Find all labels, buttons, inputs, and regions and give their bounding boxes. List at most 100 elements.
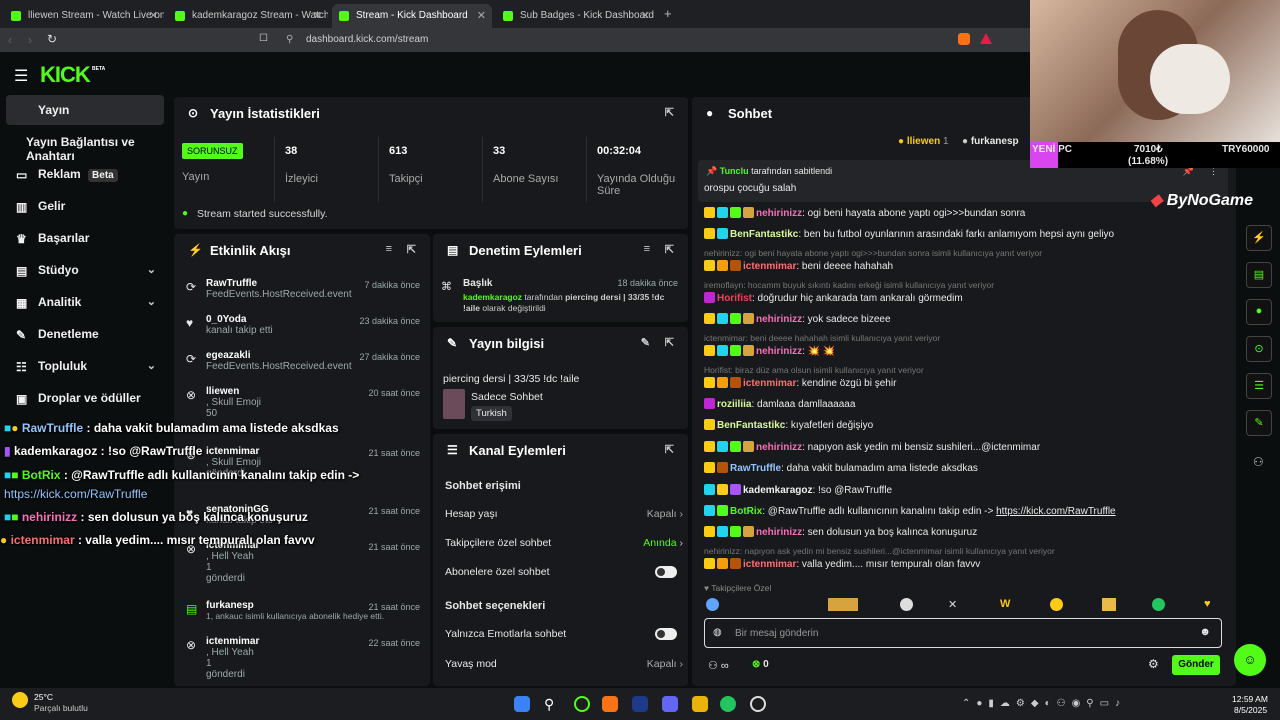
close-tab-icon[interactable]: ✕ [313,9,322,22]
emote-icon[interactable] [706,598,719,611]
slow-mode-row[interactable]: Yavaş mod Kapalı › [445,658,683,670]
reply-context[interactable]: nehirinizz: napıyon ask yedin mi bensiz … [700,546,1240,556]
app-icon[interactable] [574,696,590,712]
chat-username[interactable]: nehirinizz [756,208,802,219]
back-icon[interactable]: ‹ [8,33,12,47]
wrench-icon[interactable]: ✎ [1246,410,1272,436]
weather-icon[interactable] [12,692,28,708]
emote-icon[interactable] [828,598,858,611]
chat-username[interactable]: nehirinizz [756,346,802,357]
list-icon[interactable]: ☰ [1246,373,1272,399]
sidebar-item-stream[interactable]: Yayın [6,95,164,125]
edit-icon[interactable]: ✎ [641,336,650,349]
emote-only-toggle[interactable] [655,628,677,640]
chat-username[interactable]: nehirinizz [756,527,802,538]
send-button[interactable]: Gönder [1172,655,1220,675]
popout-icon[interactable]: ⇱ [665,243,674,256]
chat-username[interactable]: BotRix [730,506,762,517]
chat-settings-icon[interactable]: ◍ [713,627,722,638]
windows-start-icon[interactable] [514,696,530,712]
sidebar-item-studio[interactable]: ▤ Stüdyo ⌄ [6,255,164,285]
reply-context[interactable]: ictenmimar: beni deeee hahahah isimli ku… [700,333,1240,343]
chat-username[interactable]: roziiliia [717,399,751,410]
sidebar-item-achievements[interactable]: ♛ Başarılar [6,223,164,253]
reply-context[interactable]: iremoflayn: hocamm buyuk sıkıntı kadını … [700,280,1240,290]
category-name[interactable]: Sadece Sohbet [471,391,543,403]
forward-icon[interactable]: › [28,33,32,47]
chat-username[interactable]: BenFantastikc [717,420,785,431]
pinned-by-user[interactable]: Tunclu [720,166,749,176]
sidebar-item-community[interactable]: ☷ Topluluk ⌄ [6,351,164,381]
emote-icon[interactable] [1050,598,1063,611]
kick-logo[interactable]: KICK [40,62,91,88]
emoji-icon[interactable]: ☻ [1199,626,1211,638]
emote-icon[interactable]: W [1000,598,1013,611]
browser-tab[interactable]: kademkaragoz Stream - Watch Live o✕ [168,4,328,28]
followers-only-row[interactable]: Takipçilere özel sohbet Anında › [445,537,683,549]
chat-username[interactable]: Horifist [717,293,752,304]
collab-icon[interactable]: ⚇ ∞ [708,659,729,672]
menu-icon[interactable]: ☰ [14,66,28,86]
file-explorer-icon[interactable] [692,696,708,712]
chat-username[interactable]: ictenmimar [743,559,796,570]
reply-context[interactable]: Horifist: biraz düz ama olsun isimli kul… [700,365,1240,375]
popout-icon[interactable]: ⇱ [665,106,674,119]
emote-icon[interactable]: ♥ [1204,598,1217,611]
brave-browser-icon[interactable] [602,696,618,712]
filter-icon[interactable]: ≡ [386,243,392,255]
browser-tab[interactable]: Sub Badges - Kick Dashboard ✕ [496,4,656,28]
lightning-icon[interactable]: ⚡ [1246,225,1272,251]
chat-username[interactable]: RawTruffle [730,463,781,474]
support-icon[interactable]: ☺ [1234,644,1266,676]
chat-username[interactable]: ictenmimar [743,261,796,272]
emote-icon[interactable]: ✕ [948,598,961,611]
emote-icon[interactable] [1152,598,1165,611]
broadcast-icon[interactable]: ⊙ [1246,336,1272,362]
browser-tab-active[interactable]: Stream - Kick Dashboard ✕ [332,4,492,28]
mod-user[interactable]: kademkaragoz [463,292,522,302]
url-field[interactable]: ⚲ dashboard.kick.com/stream [278,31,968,49]
chat-bubble-icon[interactable]: ● [1246,299,1272,325]
reply-context[interactable]: nehirinizz: ogi beni hayata abone yaptı … [700,248,1240,258]
chat-username[interactable]: nehirinizz [756,314,802,325]
popout-icon[interactable]: ⇱ [665,336,674,349]
document-icon[interactable]: ▤ [1246,262,1272,288]
chat-username[interactable]: BenFantastikc [730,229,798,240]
popout-icon[interactable]: ⇱ [407,243,416,256]
chat-username[interactable]: kademkaragoz [743,485,812,496]
new-tab-button[interactable]: + [664,6,672,21]
bookmark-icon[interactable]: ☐ [259,33,268,44]
top-gifter[interactable]: ● furkanesp [962,136,1019,147]
reload-icon[interactable]: ↻ [47,32,57,46]
filter-icon[interactable]: ≡ [644,243,650,255]
account-age-row[interactable]: Hesap yaşı Kapalı › [445,508,683,520]
subs-only-toggle[interactable] [655,566,677,578]
brave-shield-icon[interactable] [958,33,970,45]
site-info-icon[interactable]: ⚲ [286,34,293,45]
browser-tab[interactable]: lliewen Stream - Watch Live on K ✕ [4,4,164,28]
close-tab-icon[interactable]: ✕ [477,9,486,22]
discord-icon[interactable] [662,696,678,712]
language-tag[interactable]: Turkish [471,406,512,421]
sidebar-item-stream-key[interactable]: Yayın Bağlantısı ve Anahtarı [6,127,176,163]
sidebar-item-moderation[interactable]: ✎ Denetleme [6,319,164,349]
sidebar-item-drops[interactable]: ▣ Droplar ve ödüller [6,383,164,413]
sidebar-item-ads[interactable]: ▭ Reklam Beta [6,159,164,189]
close-tab-icon[interactable]: ✕ [149,9,158,22]
popout-icon[interactable]: ⇱ [665,443,674,456]
search-icon[interactable]: ⚲ [544,696,560,712]
sidebar-item-revenue[interactable]: ▥ Gelir [6,191,164,221]
brave-rewards-icon[interactable] [980,33,992,44]
spotify-icon[interactable] [720,696,736,712]
system-tray-icons[interactable]: ⌃●▮☁⚙◆◐⚇◉⚲▭♪ [962,698,1126,709]
emote-icon[interactable] [900,598,913,611]
chat-username[interactable]: nehirinizz [756,442,802,453]
close-tab-icon[interactable]: ✕ [641,9,650,22]
obs-icon[interactable] [750,696,766,712]
steam-icon[interactable] [632,696,648,712]
share-icon[interactable]: ⚇ [1253,455,1264,469]
sidebar-item-analytics[interactable]: ▦ Analitik ⌄ [6,287,164,317]
chat-link[interactable]: https://kick.com/RawTruffle [996,506,1115,517]
chat-username[interactable]: ictenmimar [743,378,796,389]
chat-input[interactable]: ◍ Bir mesaj gönderin ☻ [704,618,1222,648]
